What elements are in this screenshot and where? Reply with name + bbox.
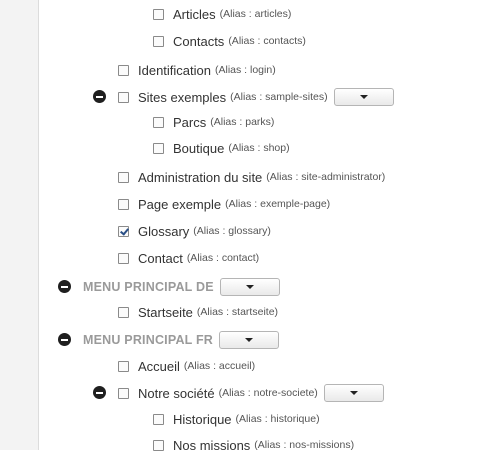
minus-circle-icon[interactable]	[58, 280, 71, 293]
menu-title: MENU PRINCIPAL FR	[83, 333, 214, 347]
item-label: Accueil	[138, 358, 180, 374]
tree-item-notre-societe[interactable]: Notre société (Alias : notre-societe)	[118, 382, 384, 404]
order-dropdown-button[interactable]	[323, 384, 384, 402]
item-label: Startseite	[138, 304, 193, 320]
item-alias: (Alias : contact)	[186, 252, 260, 264]
item-label: Glossary	[138, 223, 190, 239]
item-label: Boutique	[173, 140, 225, 156]
menu-heading-de: MENU PRINCIPAL DE	[83, 276, 280, 298]
item-alias: (Alias : parks)	[210, 116, 275, 128]
tree-item-administration[interactable]: Administration du site (Alias : site-adm…	[118, 166, 385, 188]
item-label: Page exemple	[138, 196, 222, 212]
caret-down-icon	[245, 285, 254, 289]
item-label: Contacts	[173, 33, 225, 49]
item-label: Identification	[138, 62, 211, 78]
tree-item-startseite[interactable]: Startseite (Alias : startseite)	[118, 301, 278, 323]
tree-item-articles[interactable]: Articles (Alias : articles)	[153, 3, 291, 25]
item-label: Historique	[173, 411, 232, 427]
caret-down-icon	[245, 338, 254, 342]
checkbox-page-exemple[interactable]	[118, 198, 129, 210]
item-alias: (Alias : site-administrator)	[266, 171, 386, 183]
item-alias: (Alias : sample-sites)	[230, 91, 328, 103]
item-alias: (Alias : nos-missions)	[254, 439, 355, 451]
item-label: Nos missions	[173, 437, 251, 453]
item-alias: (Alias : login)	[215, 64, 276, 76]
tree-item-nos-missions[interactable]: Nos missions (Alias : nos-missions)	[153, 434, 354, 456]
checkbox-historique[interactable]	[153, 413, 164, 425]
tree-item-boutique[interactable]: Boutique (Alias : shop)	[153, 137, 290, 159]
item-alias: (Alias : glossary)	[193, 225, 271, 237]
minus-circle-icon[interactable]	[58, 333, 71, 346]
item-alias: (Alias : startseite)	[196, 306, 279, 318]
item-label: Articles	[173, 6, 216, 22]
item-label: Parcs	[173, 114, 207, 130]
checkbox-accueil[interactable]	[118, 360, 129, 372]
item-alias: (Alias : exemple-page)	[225, 198, 331, 210]
item-alias: (Alias : articles)	[219, 8, 292, 20]
checkbox-boutique[interactable]	[153, 142, 164, 154]
tree-item-parcs[interactable]: Parcs (Alias : parks)	[153, 111, 274, 133]
checkbox-parcs[interactable]	[153, 116, 164, 128]
menu-heading-fr: MENU PRINCIPAL FR	[83, 329, 280, 351]
tree-item-sites-exemples[interactable]: Sites exemples (Alias : sample-sites)	[118, 86, 394, 108]
menu-dropdown-button[interactable]	[219, 278, 280, 296]
left-gutter	[0, 0, 39, 450]
caret-down-icon	[359, 95, 368, 99]
tree-item-page-exemple[interactable]: Page exemple (Alias : exemple-page)	[118, 193, 330, 215]
item-label: Contact	[138, 250, 183, 266]
menu-title: MENU PRINCIPAL DE	[83, 280, 214, 294]
checkbox-articles[interactable]	[153, 8, 164, 20]
checkbox-administration[interactable]	[118, 171, 129, 183]
checkbox-glossary[interactable]	[118, 225, 129, 237]
checkbox-identification[interactable]	[118, 64, 129, 76]
item-alias: (Alias : contacts)	[228, 35, 306, 47]
menu-tree: Articles (Alias : articles) Contacts (Al…	[39, 0, 500, 453]
item-alias: (Alias : notre-societe)	[218, 387, 318, 399]
minus-circle-icon[interactable]	[93, 386, 106, 399]
checkbox-contact[interactable]	[118, 252, 129, 264]
menu-dropdown-button[interactable]	[219, 331, 280, 349]
order-dropdown-button[interactable]	[333, 88, 394, 106]
checkbox-nos-missions[interactable]	[153, 439, 164, 451]
item-label: Administration du site	[138, 169, 263, 185]
item-label: Notre société	[138, 385, 215, 401]
tree-item-historique[interactable]: Historique (Alias : historique)	[153, 408, 320, 430]
checkbox-sites-exemples[interactable]	[118, 91, 129, 103]
tree-item-glossary[interactable]: Glossary (Alias : glossary)	[118, 220, 271, 242]
checkbox-startseite[interactable]	[118, 306, 129, 318]
checkbox-contacts[interactable]	[153, 35, 164, 47]
item-alias: (Alias : historique)	[235, 413, 320, 425]
tree-item-contact[interactable]: Contact (Alias : contact)	[118, 247, 259, 269]
item-alias: (Alias : accueil)	[183, 360, 256, 372]
caret-down-icon	[349, 391, 358, 395]
minus-circle-icon[interactable]	[93, 90, 106, 103]
tree-item-accueil[interactable]: Accueil (Alias : accueil)	[118, 355, 255, 377]
checkbox-notre-societe[interactable]	[118, 387, 129, 399]
tree-item-identification[interactable]: Identification (Alias : login)	[118, 59, 276, 81]
item-alias: (Alias : shop)	[228, 142, 290, 154]
tree-item-contacts[interactable]: Contacts (Alias : contacts)	[153, 30, 306, 52]
item-label: Sites exemples	[138, 89, 227, 105]
